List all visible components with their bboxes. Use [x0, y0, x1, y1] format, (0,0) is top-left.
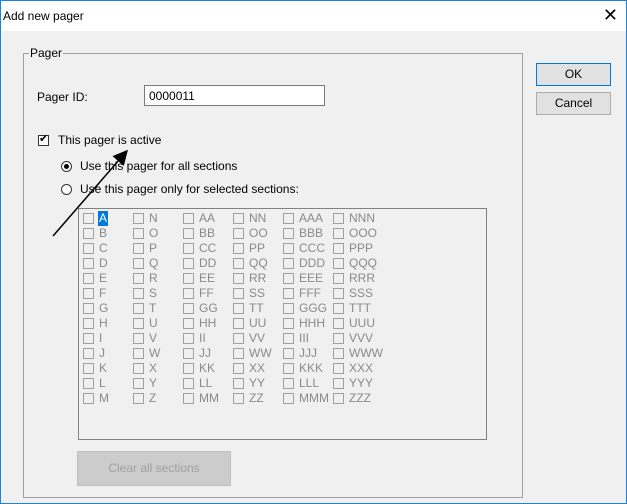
annotation-arrow-icon: [52, 149, 128, 237]
